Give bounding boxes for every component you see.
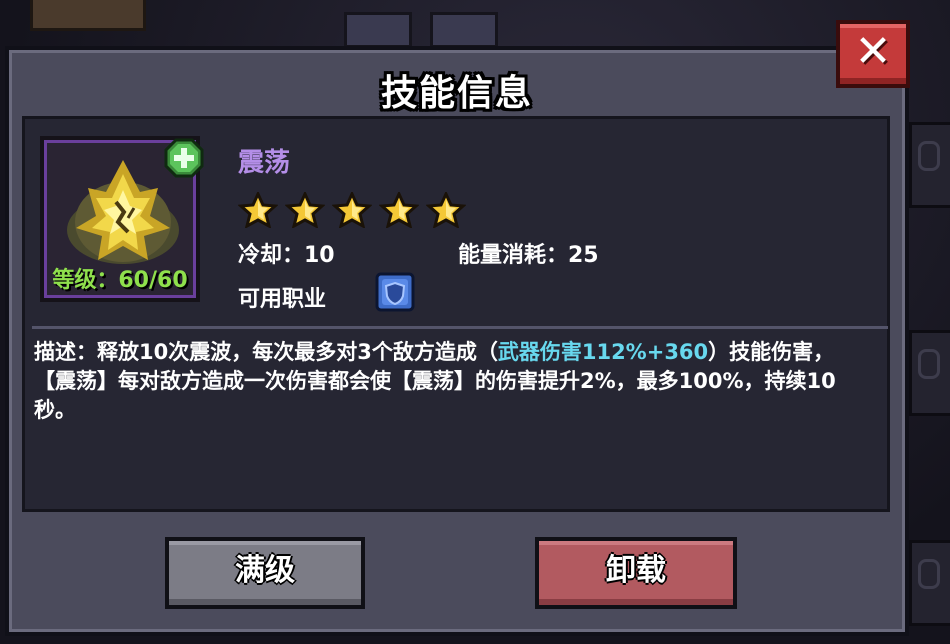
background-chest: [30, 0, 146, 31]
max-level-button[interactable]: 满级: [165, 537, 365, 609]
skill-name: 震荡: [238, 148, 291, 178]
background-side-panel: [909, 122, 950, 208]
star-icon: [379, 192, 419, 228]
cooldown-stat: 冷却：10: [238, 243, 335, 268]
star-icon: [238, 192, 278, 228]
divider: [32, 326, 888, 329]
star-rating: [238, 192, 466, 228]
star-icon: [285, 192, 325, 228]
background-tab-blue: [344, 12, 412, 48]
star-icon: [426, 192, 466, 228]
available-classes-label: 可用职业: [238, 287, 327, 312]
dialog-title: 技能信息: [380, 73, 533, 114]
background-side-panel: [909, 540, 950, 626]
damage-formula-highlight: 武器伤害112%+360: [497, 340, 709, 364]
description-text: 描述：释放10次震波，每次最多对3个敌方造成（: [34, 340, 498, 364]
star-icon: [332, 192, 372, 228]
skill-level-label: 等级：60/60: [52, 268, 188, 293]
skill-description: 描述：释放10次震波，每次最多对3个敌方造成（武器伤害112%+360）技能伤害…: [34, 338, 864, 425]
background-side-panel: [909, 330, 950, 416]
energy-cost-stat: 能量消耗：25: [458, 243, 599, 268]
close-button[interactable]: ✕: [836, 20, 910, 88]
unload-button[interactable]: 卸载: [535, 537, 737, 609]
shield-class-icon[interactable]: [375, 272, 415, 312]
green-plus-badge-icon: [164, 138, 204, 178]
background-tab-red: [430, 12, 498, 48]
